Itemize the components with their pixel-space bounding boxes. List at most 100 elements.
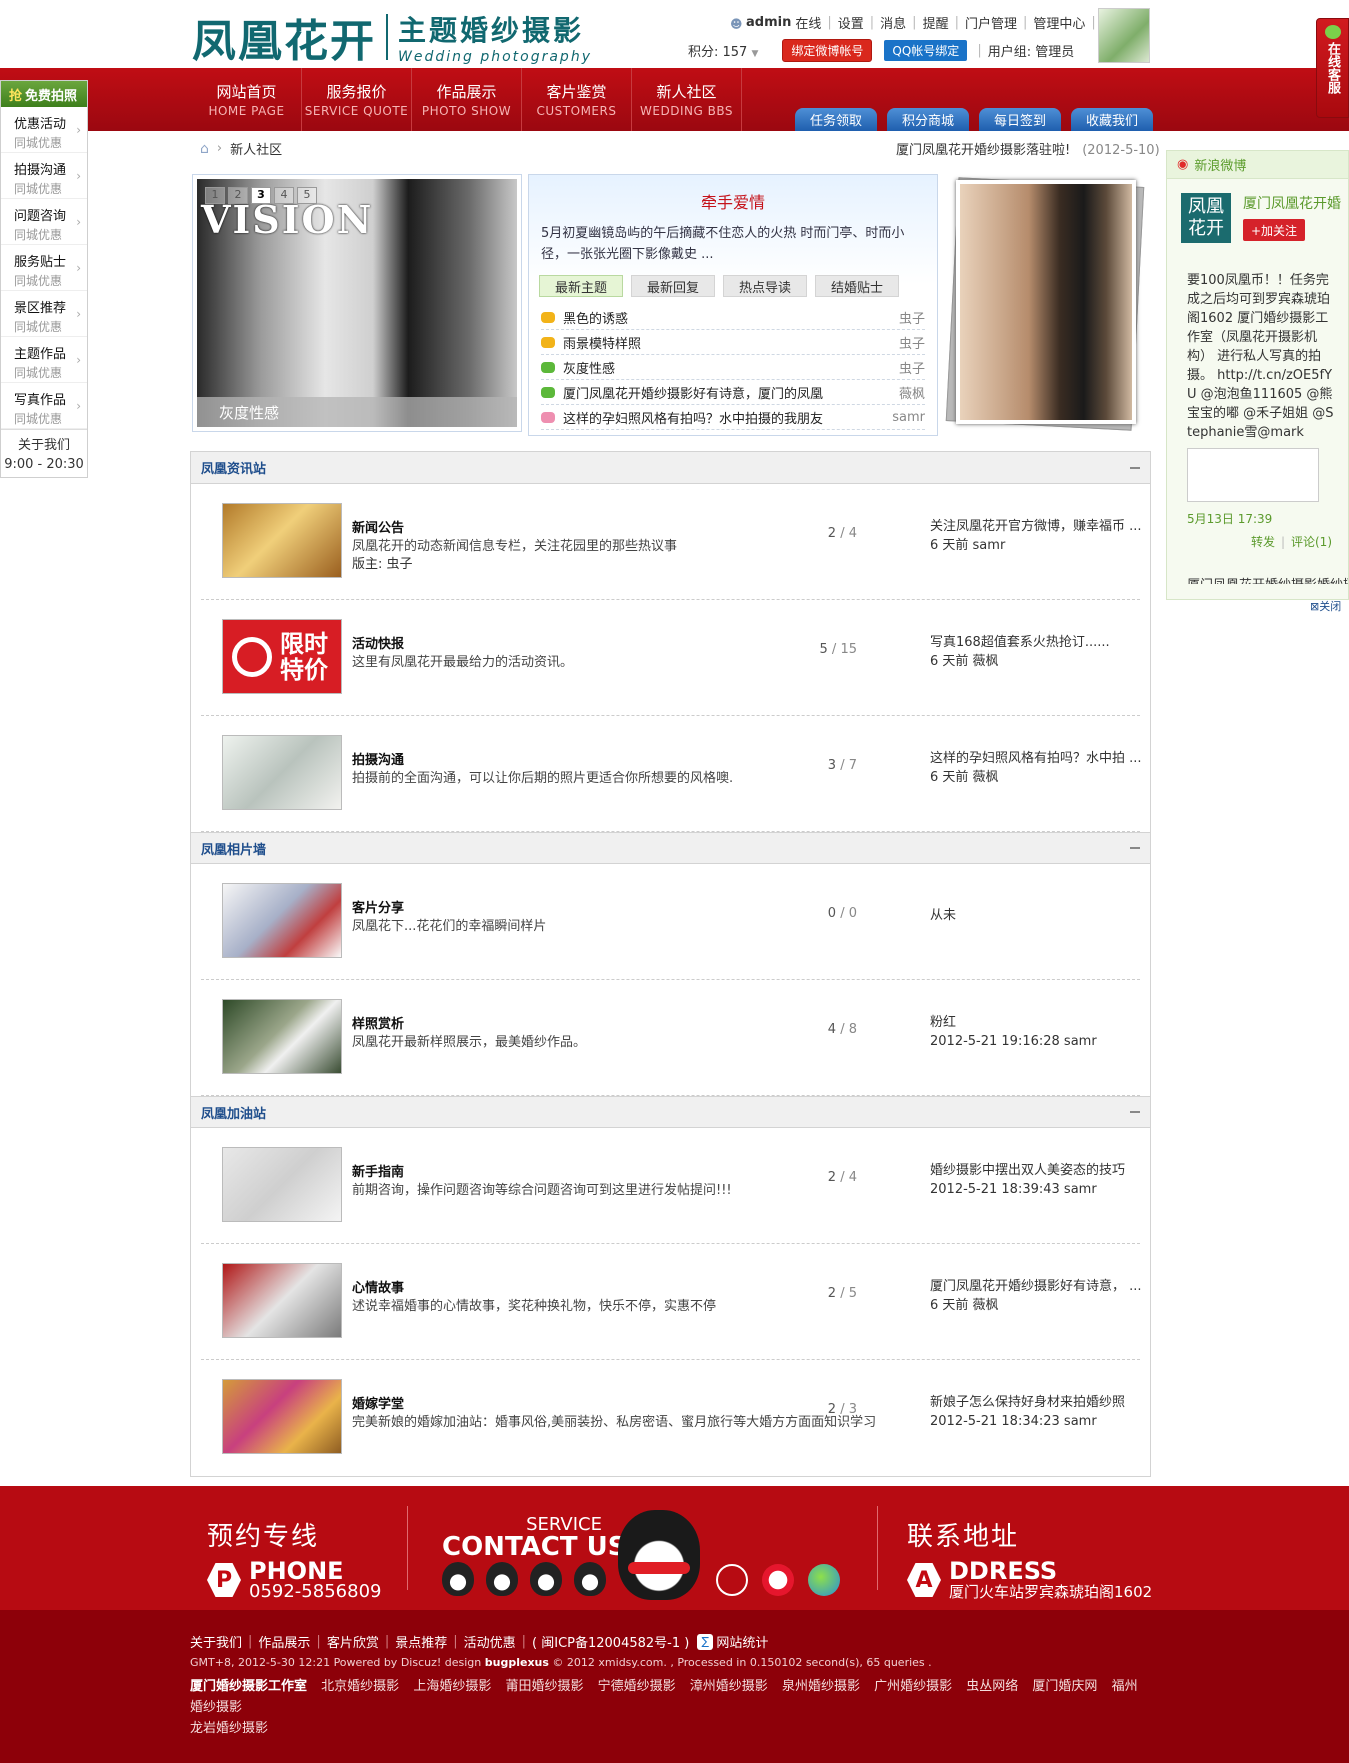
seo-link[interactable]: 虫丛网络	[966, 1679, 1018, 1694]
slide-page-1[interactable]: 1	[205, 187, 225, 204]
tab-latest-replies[interactable]: 最新回复	[631, 275, 716, 297]
qq-contact-icon[interactable]	[574, 1562, 606, 1596]
forum-last-post[interactable]: 婚纱摄影中摆出双人美姿态的技巧 2012-5-21 18:39:43 samr	[930, 1161, 1145, 1199]
collapse-icon[interactable]	[1130, 466, 1140, 469]
portal-admin-link[interactable]: 门户管理	[965, 13, 1017, 32]
seo-link[interactable]: 宁德婚纱摄影	[598, 1679, 676, 1694]
follow-button[interactable]: +加关注	[1243, 219, 1305, 241]
slideshow-image[interactable]: VISION 1 2 3 4 5 灰度性感	[197, 179, 517, 427]
bind-weibo-button[interactable]: 绑定微博帐号	[782, 39, 873, 62]
slide-page-5[interactable]: 5	[297, 187, 317, 204]
weibo-account-name[interactable]: 厦门凤凰花开婚	[1243, 193, 1341, 213]
icp-link[interactable]: ( 闽ICP备12004582号-1 )	[532, 1632, 689, 1651]
topics-title[interactable]: 牵手爱情	[529, 189, 937, 213]
left-menu-item[interactable]: 服务贴士 同城优惠 ›	[1, 245, 87, 291]
list-item[interactable]: 这样的孕妇照风格有拍吗？水中拍摄的我朋友 samr	[541, 405, 925, 430]
forum-name[interactable]: 样照赏析	[352, 1013, 404, 1032]
forum-last-post[interactable]: 关注凤凰花开官方微博，赚幸福币 ... 6 天前 samr	[930, 517, 1145, 555]
left-menu-item[interactable]: 主题作品 同城优惠 ›	[1, 337, 87, 383]
admin-center-link[interactable]: 管理中心	[1033, 13, 1085, 32]
forum-last-post[interactable]: 厦门凤凰花开婚纱摄影好有诗意， ... 6 天前 薇枫	[930, 1277, 1145, 1315]
forum-name[interactable]: 客片分享	[352, 897, 404, 916]
seo-link[interactable]: 泉州婚纱摄影	[782, 1679, 860, 1694]
seo-link[interactable]: 漳州婚纱摄影	[690, 1679, 768, 1694]
msn-icon[interactable]	[808, 1564, 840, 1596]
weibo-close-button[interactable]: ⊠关闭	[1310, 598, 1341, 614]
tab-daily-checkin[interactable]: 每日签到	[979, 108, 1062, 131]
left-menu-item[interactable]: 问题咨询 同城优惠 ›	[1, 199, 87, 245]
seo-main-link[interactable]: 厦门婚纱摄影工作室	[190, 1679, 307, 1694]
forum-last-post[interactable]: 粉红 2012-5-21 19:16:28 samr	[930, 1013, 1145, 1051]
left-menu-item[interactable]: 优惠活动 同城优惠 ›	[1, 107, 87, 153]
home-icon[interactable]: ⌂	[200, 141, 209, 157]
list-item[interactable]: 厦门凤凰花开婚纱摄影好有诗意，厦门的凤凰 薇枫	[541, 380, 925, 405]
username-link[interactable]: admin	[746, 15, 791, 30]
reminders-link[interactable]: 提醒	[923, 13, 949, 32]
sina-weibo-icon[interactable]	[762, 1564, 794, 1596]
about-us-link[interactable]: 关于我们	[1, 429, 87, 453]
footer-link-clients[interactable]: 客片欣赏	[327, 1632, 379, 1651]
tab-wedding-tips[interactable]: 结婚贴士	[815, 275, 900, 297]
announcement[interactable]: 厦门凤凰花开婚纱摄影落驻啦! (2012-5-10)	[896, 139, 1160, 158]
seo-link[interactable]: 广州婚纱摄影	[874, 1679, 952, 1694]
forum-last-post[interactable]: 这样的孕妇照风格有拍吗？水中拍 ... 6 天前 薇枫	[930, 749, 1145, 787]
left-menu-item[interactable]: 拍摄沟通 同城优惠 ›	[1, 153, 87, 199]
collapse-icon[interactable]	[1130, 847, 1140, 849]
featured-photo[interactable]	[956, 180, 1136, 424]
forum-moderator[interactable]: 版主: 虫子	[352, 553, 413, 572]
tab-tasks[interactable]: 任务领取	[795, 108, 878, 131]
slide-page-3[interactable]: 3	[251, 187, 271, 204]
forum-thumbnail[interactable]	[222, 1147, 342, 1222]
free-photo-header[interactable]: 抢免费拍照	[1, 81, 87, 107]
site-stats-link[interactable]: 网站统计	[716, 1632, 768, 1651]
footer-link-about[interactable]: 关于我们	[190, 1632, 242, 1651]
list-item[interactable]: 雨景模特样照 虫子	[541, 330, 925, 355]
tencent-weibo-icon[interactable]	[716, 1564, 748, 1596]
seo-link[interactable]: 厦门婚庆网	[1032, 1679, 1097, 1694]
tab-points-mall[interactable]: 积分商城	[887, 108, 970, 131]
forum-thumbnail[interactable]	[222, 883, 342, 958]
footer-link-works[interactable]: 作品展示	[258, 1632, 310, 1651]
footer-link-spots[interactable]: 景点推荐	[395, 1632, 447, 1651]
bind-qq-button[interactable]: QQ帐号绑定	[884, 40, 968, 61]
collapse-icon[interactable]	[1130, 1111, 1140, 1113]
slide-page-4[interactable]: 4	[274, 187, 294, 204]
left-menu-item[interactable]: 景区推荐 同城优惠 ›	[1, 291, 87, 337]
left-menu-item[interactable]: 写真作品 同城优惠 ›	[1, 383, 87, 429]
nav-wedding-bbs[interactable]: 新人社区 WEDDING BBS	[632, 68, 742, 131]
forum-thumbnail[interactable]	[222, 503, 342, 578]
qq-contact-icon[interactable]	[442, 1562, 474, 1596]
nav-customers[interactable]: 客片鉴赏 CUSTOMERS	[522, 68, 632, 131]
weibo-avatar[interactable]: 凤凰花开	[1181, 193, 1231, 243]
photo-stack[interactable]	[945, 177, 1145, 436]
points-dropdown[interactable]: 积分: 157 ▼	[688, 41, 758, 60]
section-title[interactable]: 凤凰资讯站	[201, 458, 266, 477]
list-item[interactable]: 黑色的诱惑 虫子	[541, 305, 925, 330]
list-item[interactable]: 灰度性感 虫子	[541, 355, 925, 380]
forum-thumbnail[interactable]	[222, 999, 342, 1074]
qq-contact-icon[interactable]	[530, 1562, 562, 1596]
site-logo[interactable]: 凤凰花开 主题婚纱摄影 Wedding photography	[192, 8, 622, 67]
forum-name[interactable]: 新手指南	[352, 1161, 404, 1180]
seo-link[interactable]: 龙岩婚纱摄影	[190, 1721, 268, 1736]
section-title[interactable]: 凤凰加油站	[201, 1103, 266, 1122]
forum-name[interactable]: 婚嫁学堂	[352, 1393, 404, 1412]
seo-link[interactable]: 莆田婚纱摄影	[505, 1679, 583, 1694]
forum-name[interactable]: 活动快报	[352, 633, 404, 652]
forum-last-post[interactable]: 写真168超值套系火热抢订...... 6 天前 薇枫	[930, 633, 1145, 671]
footer-link-deals[interactable]: 活动优惠	[464, 1632, 516, 1651]
forum-name[interactable]: 新闻公告	[352, 517, 404, 536]
weibo-post-image[interactable]	[1187, 448, 1319, 502]
breadcrumb-current[interactable]: 新人社区	[230, 139, 282, 158]
tab-latest-threads[interactable]: 最新主题	[539, 275, 624, 297]
messages-link[interactable]: 消息	[880, 13, 906, 32]
forum-thumbnail[interactable]	[222, 735, 342, 810]
seo-link[interactable]: 北京婚纱摄影	[321, 1679, 399, 1694]
nav-service-quote[interactable]: 服务报价 SERVICE QUOTE	[302, 68, 412, 131]
tab-bookmark-us[interactable]: 收藏我们	[1071, 108, 1154, 131]
online-service-button[interactable]: 在线客服	[1316, 18, 1349, 118]
slideshow[interactable]: VISION 1 2 3 4 5 灰度性感	[192, 174, 522, 432]
nav-photo-show[interactable]: 作品展示 PHOTO SHOW	[412, 68, 522, 131]
weibo-post-time[interactable]: 5月13日 17:39	[1187, 510, 1348, 527]
forum-thumbnail[interactable]	[222, 1263, 342, 1338]
